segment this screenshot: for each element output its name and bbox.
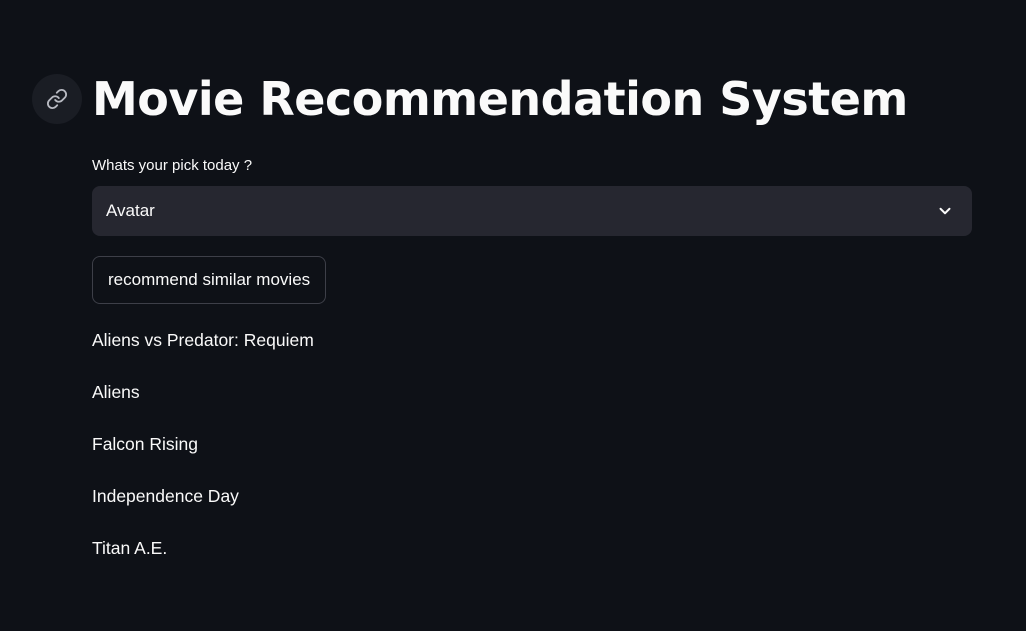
select-value: Avatar [106,201,155,220]
recommendation-list: Aliens vs Predator: Requiem Aliens Falco… [92,327,314,587]
header-anchor-link[interactable] [32,74,82,124]
page-title: Movie Recommendation System [92,72,908,126]
list-item: Aliens vs Predator: Requiem [92,330,314,350]
list-item: Independence Day [92,486,239,506]
list-item: Falcon Rising [92,434,199,454]
link-icon [46,88,68,110]
recommend-button[interactable]: recommend similar movies [92,256,327,304]
chevron-down-icon[interactable] [936,202,954,220]
select-label: Whats your pick today ? [92,157,253,174]
movie-select[interactable]: Avatar [92,186,972,236]
list-item: Aliens [92,382,140,402]
list-item: Titan A.E. [92,538,168,558]
app-page: Movie Recommendation System Whats your p… [0,0,1026,631]
